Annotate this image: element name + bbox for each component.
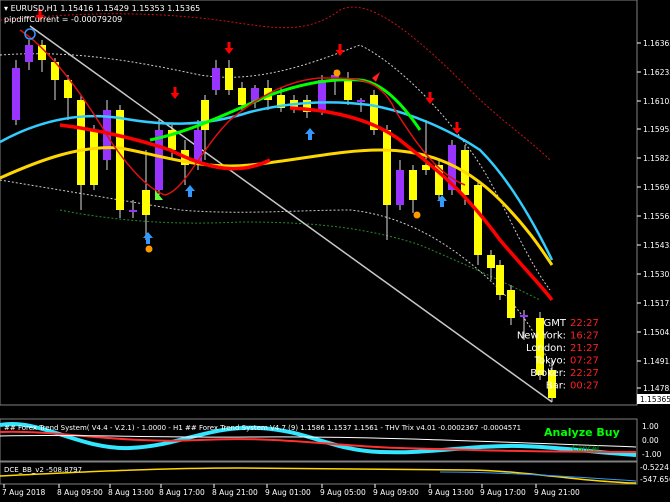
price-tick-label: 1.16365 (643, 39, 670, 48)
price-tick-label: 1.15435 (643, 241, 670, 250)
time-tick-label: 9 Aug 05:00 (320, 488, 366, 497)
signal-dot-icon (413, 211, 421, 219)
signal-dot-icon (333, 69, 341, 77)
price-tick-label: 1.15955 (643, 125, 670, 134)
candle-body (225, 68, 233, 90)
time-tick-label: 9 Aug 09:00 (373, 488, 419, 497)
session-name: Bar: (546, 381, 566, 392)
candle-body (212, 68, 220, 90)
symbol-line: EURUSD,H1 1.15416 1.15429 1.15353 1.1536… (10, 4, 201, 13)
session-name: GMT (544, 318, 567, 329)
time-tick-label: 8 Aug 17:00 (159, 488, 205, 497)
candle-body (142, 190, 150, 215)
time-tick-label: 7 Aug 2018 (2, 488, 45, 497)
candle-body (409, 170, 417, 200)
candle-body (238, 88, 246, 105)
analyze-buy-banner: Analyze Buy (544, 426, 620, 439)
candle-body (520, 315, 528, 317)
sub2-tick-bot: -547.6565 (640, 475, 670, 484)
time-tick-label: 9 Aug 01:00 (265, 488, 311, 497)
candle-body (12, 68, 20, 120)
session-name: Tokyo: (534, 356, 566, 367)
candle-body (487, 255, 495, 268)
price-chart[interactable]: 1.16365 1.16235 1.16105 1.15955 1.15825 1.156… (0, 0, 670, 502)
candle-body (383, 130, 391, 205)
candle-body (25, 45, 33, 62)
session-time: 07:27 (570, 356, 599, 367)
price-tick-label: 1.14915 (643, 357, 670, 366)
session-time: 21:27 (570, 343, 599, 354)
candle-body (116, 110, 124, 210)
symbol-info: ▾ EURUSD,H1 1.15416 1.15429 1.15353 1.15… (4, 4, 200, 13)
session-name: London: (526, 343, 566, 354)
candle-body (396, 170, 404, 205)
price-tick-label: 1.16105 (643, 97, 670, 106)
price-tick-label: 1.16235 (643, 68, 670, 77)
sub2-tick-top: -0.5224 (640, 463, 669, 472)
subwindow-frame-2 (0, 461, 638, 485)
candle-body (77, 100, 85, 185)
candle-body (318, 80, 326, 110)
subwindow-1-label: ## Forex Trend System( V4.4 - V.2.1) - 1… (4, 424, 521, 432)
time-tick-label: 8 Aug 21:00 (212, 488, 258, 497)
price-tick-label: 1.15565 (643, 212, 670, 221)
candle-body (496, 265, 504, 295)
sub1-tick-bot: -1.00 (642, 450, 662, 459)
time-tick-label: 8 Aug 13:00 (108, 488, 154, 497)
time-axis: 7 Aug 2018 8 Aug 09:00 8 Aug 13:00 8 Aug 17… (2, 484, 580, 497)
price-axis: 1.16365 1.16235 1.16105 1.15955 1.15825 1.156… (637, 39, 670, 393)
signal-dot-icon (145, 245, 153, 253)
chart-triangle-icon: ▾ (4, 4, 9, 13)
current-price-box: 1.15365 (637, 394, 670, 404)
session-time: 22:27 (570, 368, 599, 379)
price-tick-label: 1.15305 (643, 270, 670, 279)
time-tick-label: 8 Aug 09:00 (57, 488, 103, 497)
sub1-tick-top: 1.00 (642, 422, 659, 431)
sub1-tick-mid: 0.00 (642, 436, 659, 445)
time-tick-label: 9 Aug 21:00 (534, 488, 580, 497)
time-tick-label: 9 Aug 13:00 (428, 488, 474, 497)
session-time: 22:27 (570, 318, 599, 329)
time-tick-label: 9 Aug 17:00 (480, 488, 526, 497)
session-time: 16:27 (570, 331, 599, 342)
session-name: Broker: (530, 368, 566, 379)
current-price-label: 1.15365 (640, 395, 670, 404)
candle-body (129, 210, 137, 212)
subwindow-2-label: DCE_BB_v2 -508.8797 (4, 466, 82, 474)
candle-body (474, 185, 482, 255)
pipdiff-line: pipdiffCurrent = -0.00079209 (4, 15, 123, 24)
candle-body (344, 78, 352, 100)
price-tick-label: 1.14785 (643, 384, 670, 393)
candle-body (507, 290, 515, 318)
candle-body (64, 80, 72, 98)
price-tick-label: 1.15045 (643, 328, 670, 337)
session-name: New York: (517, 331, 566, 342)
candle-body (90, 130, 98, 185)
price-tick-label: 1.15695 (643, 183, 670, 192)
candle-body (357, 100, 365, 102)
cancel-label: Cancel (572, 444, 599, 453)
price-tick-label: 1.15175 (643, 299, 670, 308)
session-time: 00:27 (570, 381, 599, 392)
price-tick-label: 1.15825 (643, 154, 670, 163)
